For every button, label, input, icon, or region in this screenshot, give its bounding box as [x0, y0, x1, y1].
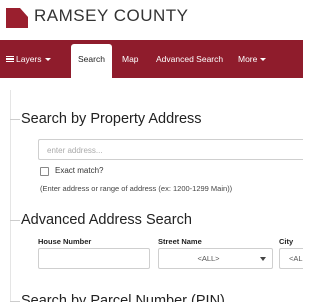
house-number-input[interactable] — [38, 248, 150, 269]
nav-tab-map[interactable]: Map — [122, 40, 139, 78]
street-name-select[interactable]: <ALL> — [158, 248, 273, 269]
nav-layers-dropdown[interactable]: Layers — [6, 40, 51, 78]
exact-match-checkbox[interactable] — [40, 167, 49, 176]
street-name-value: <ALL> — [197, 254, 220, 263]
exact-match-label[interactable]: Exact match? — [55, 166, 103, 175]
chevron-down-icon — [260, 58, 267, 62]
address-hint: (Enter address or range of address (ex: … — [40, 184, 233, 193]
address-input[interactable] — [39, 141, 303, 160]
chevron-down-icon — [44, 58, 51, 62]
house-number-label: House Number — [38, 237, 92, 246]
address-field[interactable] — [38, 139, 303, 160]
app-header: RAMSEY COUNTY — [0, 0, 303, 40]
brand-title[interactable]: RAMSEY COUNTY — [34, 6, 189, 26]
chevron-down-icon — [260, 257, 266, 261]
nav-more-dropdown[interactable]: More — [238, 40, 267, 78]
city-select[interactable]: <ALL — [279, 248, 303, 269]
pin-search-heading: Search by Parcel Number (PIN) — [10, 293, 225, 302]
layers-icon — [6, 55, 14, 63]
city-value: <ALL — [289, 254, 303, 263]
nav-tab-search[interactable]: Search — [71, 44, 112, 78]
street-name-label: Street Name — [158, 237, 202, 246]
property-address-heading: Search by Property Address — [10, 111, 202, 127]
main-nav: Layers Search Map Advanced Search More — [0, 40, 303, 78]
nav-tab-advanced-search[interactable]: Advanced Search — [156, 40, 223, 78]
ramsey-county-logo[interactable] — [6, 8, 28, 28]
city-label: City — [279, 237, 294, 246]
advanced-search-heading: Advanced Address Search — [10, 212, 192, 228]
